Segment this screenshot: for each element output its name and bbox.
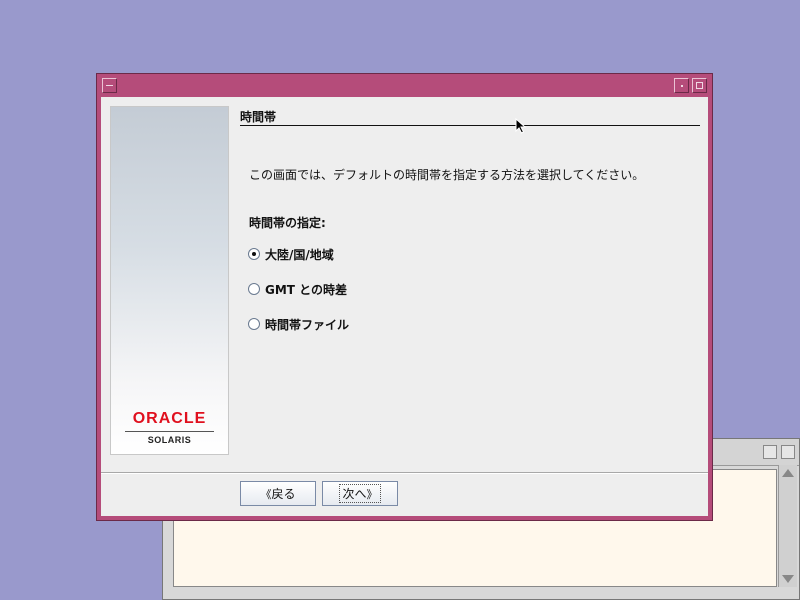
background-window-maximize-button[interactable]: [781, 445, 795, 459]
next-button[interactable]: 次へ》: [322, 481, 398, 506]
radio-button-region[interactable]: [248, 248, 260, 260]
mouse-pointer-icon: [515, 118, 527, 134]
dialog-titlebar[interactable]: [100, 77, 709, 95]
background-scrollbar[interactable]: [778, 465, 797, 587]
radio-button-gmt-offset[interactable]: [248, 283, 260, 295]
next-button-label: 次へ》: [339, 484, 381, 503]
back-button[interactable]: 《 戻る: [240, 481, 316, 506]
logo-divider: [125, 431, 214, 432]
radio-label-region[interactable]: 大陸/国/地域: [265, 246, 334, 263]
timezone-dialog: ORACLE SOLARIS 時間帯 この画面では、デフォルトの時間帯を指定する…: [96, 73, 713, 521]
background-window-minimize-button[interactable]: [763, 445, 777, 459]
radio-option-region[interactable]: 大陸/国/地域: [248, 246, 334, 262]
radio-label-timezone-file[interactable]: 時間帯ファイル: [265, 316, 349, 333]
maximize-icon[interactable]: [692, 78, 707, 93]
scroll-up-icon[interactable]: [782, 469, 794, 477]
radio-button-timezone-file[interactable]: [248, 318, 260, 330]
section-divider: [240, 125, 700, 126]
minimize-icon[interactable]: [674, 78, 689, 93]
description-text: この画面では、デフォルトの時間帯を指定する方法を選択してください。: [249, 168, 645, 182]
timezone-method-label: 時間帯の指定:: [249, 216, 326, 230]
solaris-logo: SOLARIS: [147, 435, 192, 445]
oracle-logo: ORACLE: [132, 410, 207, 427]
branding-panel: ORACLE SOLARIS: [110, 106, 229, 455]
scroll-down-icon[interactable]: [782, 575, 794, 583]
back-button-label: 戻る: [271, 487, 296, 501]
window-menu-icon[interactable]: [102, 78, 117, 93]
radio-label-gmt-offset[interactable]: GMT との時差: [265, 281, 347, 298]
radio-option-gmt-offset[interactable]: GMT との時差: [248, 281, 347, 297]
section-title: 時間帯: [240, 110, 277, 124]
chevron-right-icon: 》: [366, 488, 378, 501]
next-label-text: 次へ: [342, 487, 367, 501]
radio-option-timezone-file[interactable]: 時間帯ファイル: [248, 316, 349, 332]
chevron-left-icon: 《: [260, 487, 272, 501]
dialog-client-area: ORACLE SOLARIS 時間帯 この画面では、デフォルトの時間帯を指定する…: [101, 97, 708, 516]
footer-divider-highlight: [101, 473, 708, 474]
